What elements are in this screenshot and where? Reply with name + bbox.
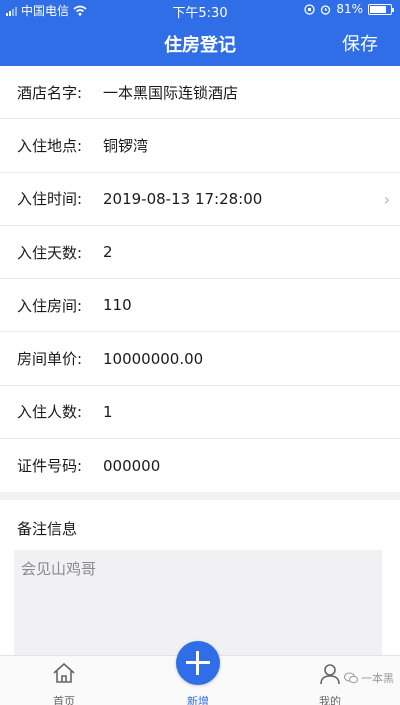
form-row-unit-price[interactable]: 房间单价: 10000000.00: [0, 332, 400, 386]
battery-percent: 81%: [336, 2, 363, 16]
watermark-text: 一本黑: [361, 672, 394, 685]
hotel-name-value[interactable]: 一本黑国际连锁酒店: [103, 82, 238, 103]
status-bar: 中国电信 下午5:30 81%: [0, 0, 400, 21]
form-row-hotel-name[interactable]: 酒店名字: 一本黑国际连锁酒店: [0, 66, 400, 120]
user-icon: [320, 664, 340, 685]
save-button[interactable]: 保存: [342, 30, 378, 56]
checkin-time-label: 入住时间:: [17, 190, 83, 209]
battery-icon: [368, 3, 394, 15]
remarks-heading: 备注信息: [17, 520, 78, 538]
wechat-icon: [344, 672, 358, 684]
home-icon: [53, 663, 75, 683]
form-row-guests[interactable]: 入住人数: 1: [0, 386, 400, 440]
room-label: 入住房间:: [17, 296, 83, 315]
chevron-right-icon[interactable]: ›: [384, 190, 390, 209]
remarks-section: 备注信息 会见山鸡哥: [0, 500, 400, 660]
navbar: 住房登记 保存: [0, 20, 400, 66]
tab-add-label: 新增: [187, 695, 209, 705]
room-value[interactable]: 110: [103, 296, 132, 314]
days-label: 入住天数:: [17, 243, 83, 262]
alarm-icon: [321, 4, 331, 15]
tab-home-label: 首页: [53, 695, 75, 705]
app-header: 中国电信 下午5:30 81% 住房登记 保存: [0, 0, 400, 66]
tab-mine-label: 我的: [319, 695, 341, 705]
form-row-checkin-time[interactable]: 入住时间: 2019-08-13 17:28:00 ›: [0, 173, 400, 226]
form-row-room[interactable]: 入住房间: 110: [0, 279, 400, 333]
unit-price-value[interactable]: 10000000.00: [103, 350, 203, 368]
add-button[interactable]: [176, 641, 220, 685]
unit-price-label: 房间单价:: [17, 350, 83, 369]
status-right: 81%: [304, 2, 394, 16]
tab-home[interactable]: 首页: [14, 656, 114, 705]
page-title: 住房登记: [164, 35, 236, 56]
form-row-days[interactable]: 入住天数: 2: [0, 226, 400, 280]
registration-form: 酒店名字: 一本黑国际连锁酒店 入住地点: 铜锣湾 入住时间: 2019-08-…: [0, 66, 400, 493]
orientation-lock-icon: [304, 3, 315, 15]
id-number-label: 证件号码:: [17, 457, 83, 476]
id-number-value[interactable]: 000000: [103, 457, 160, 475]
location-value[interactable]: 铜锣湾: [103, 135, 148, 156]
guests-label: 入住人数:: [17, 403, 83, 422]
checkin-time-value[interactable]: 2019-08-13 17:28:00: [103, 190, 262, 208]
guests-value[interactable]: 1: [103, 403, 113, 421]
watermark: 一本黑: [344, 670, 394, 686]
form-row-location[interactable]: 入住地点: 铜锣湾: [0, 119, 400, 173]
form-row-id-number[interactable]: 证件号码: 000000: [0, 439, 400, 492]
location-label: 入住地点:: [17, 136, 83, 155]
hotel-name-label: 酒店名字:: [17, 83, 83, 102]
days-value[interactable]: 2: [103, 243, 113, 261]
